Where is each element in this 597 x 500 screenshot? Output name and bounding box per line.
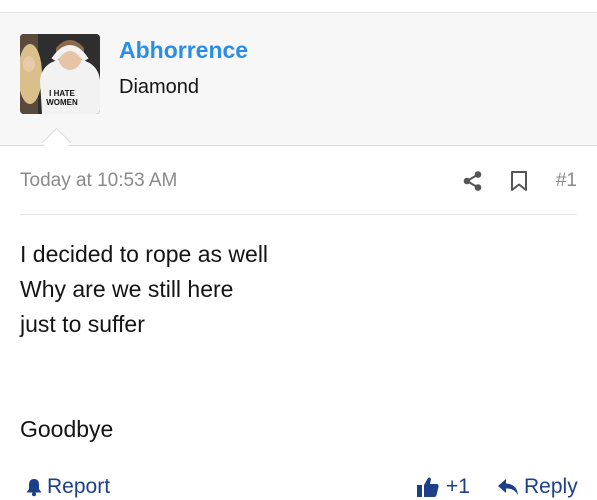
share-icon[interactable] [462, 170, 484, 192]
post-body: I decided to rope as well Why are we sti… [20, 237, 577, 447]
reply-label: Reply [524, 475, 578, 498]
user-header: I HATE WOMEN Abhorrence Diamond [0, 13, 597, 146]
post-actions: Report +1 Reply [0, 470, 597, 500]
bell-icon [26, 479, 42, 497]
meta-divider [20, 214, 577, 215]
username-link[interactable]: Abhorrence [119, 37, 248, 64]
user-title: Diamond [119, 76, 200, 98]
bookmark-icon[interactable] [509, 170, 529, 192]
report-button[interactable]: Report [24, 475, 110, 499]
avatar-caption-line2: WOMEN [46, 98, 78, 107]
thumbs-up-icon [417, 477, 439, 497]
reply-arrow-icon [498, 479, 518, 495]
post-number-link[interactable]: #1 [556, 170, 577, 192]
avatar-caption-line1: I HATE [49, 89, 75, 98]
report-label: Report [47, 475, 111, 498]
blank-space [20, 342, 577, 412]
post-date-link[interactable]: Today at 10:53 AM [20, 170, 177, 192]
post-meta: Today at 10:53 AM #1 [20, 166, 577, 198]
like-button[interactable]: +1 [416, 475, 470, 499]
post-line: I decided to rope as well [20, 241, 269, 267]
post-line: Goodbye [20, 416, 114, 442]
avatar[interactable]: I HATE WOMEN [20, 34, 100, 114]
like-count: +1 [446, 475, 470, 498]
post-line: Why are we still here [20, 276, 234, 302]
reply-button[interactable]: Reply [497, 475, 578, 499]
avatar-image: I HATE WOMEN [20, 34, 100, 114]
post-line: just to suffer [20, 311, 145, 337]
